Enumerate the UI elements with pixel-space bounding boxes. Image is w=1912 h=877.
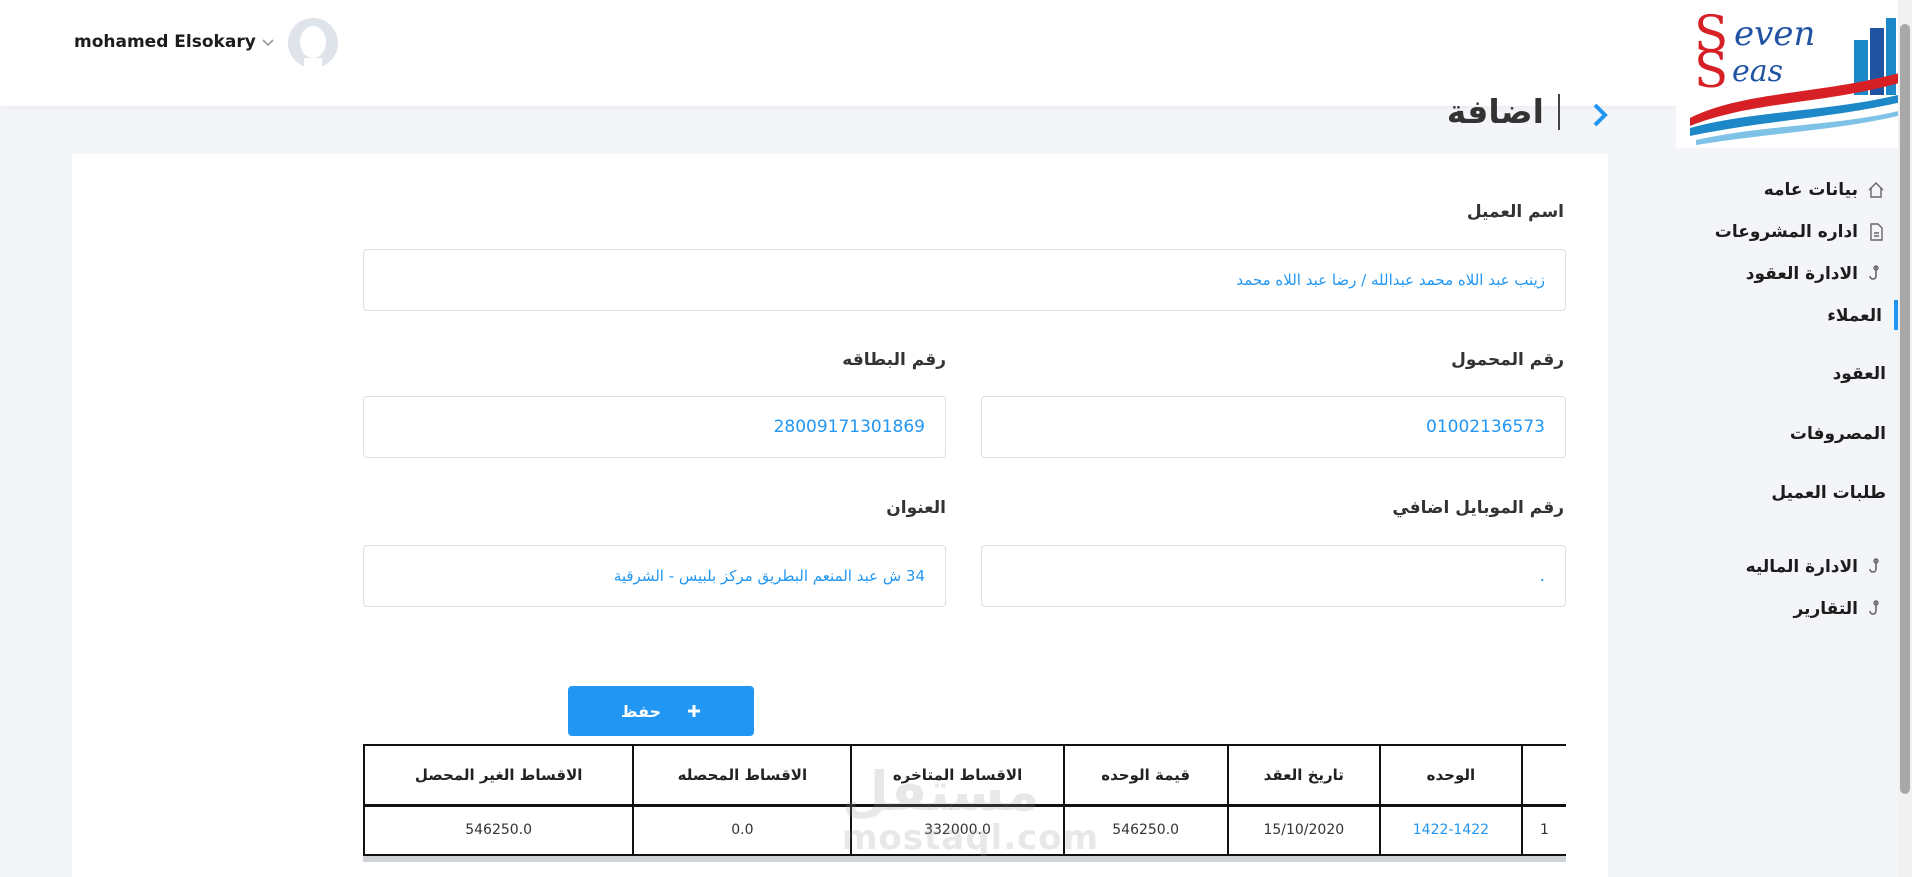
sidebar-item-label: اداره المشروعات: [1714, 222, 1858, 242]
extra-mobile-field[interactable]: .: [981, 545, 1566, 607]
hook-icon: [1869, 600, 1879, 615]
scrollbar-thumb[interactable]: [1900, 24, 1910, 794]
id-card-field[interactable]: 28009171301869: [363, 396, 946, 458]
cell-collected-installments: 0.0: [632, 805, 852, 855]
home-icon: [1868, 182, 1884, 198]
address-field[interactable]: 34 ش عبد المنعم البطريق مركز بلبيس - الش…: [363, 545, 946, 607]
watermark-url: mostaql.com: [842, 818, 1100, 858]
address-label: العنوان: [886, 498, 946, 518]
sidebar-item-contracts[interactable]: العقود: [1833, 364, 1886, 384]
column-header-unit: الوحده: [1378, 745, 1522, 805]
user-name[interactable]: mohamed Elsokary: [74, 32, 256, 52]
sidebar-item-contracts-admin[interactable]: الادارة العقود: [1746, 264, 1886, 284]
sidebar-item-projects[interactable]: اداره المشروعات: [1715, 222, 1886, 242]
user-avatar-icon: [288, 18, 338, 68]
hook-icon: [1869, 558, 1879, 573]
logo-letter-s2: S: [1694, 41, 1729, 99]
sidebar: S even S eas بيانات عامه اداره المشروعات…: [1676, 0, 1912, 877]
avatar[interactable]: [288, 18, 338, 68]
sidebar-item-client-requests[interactable]: طلبات العميل: [1771, 483, 1886, 503]
client-name-field[interactable]: زينب عبد اللاه محمد عبدالله / رضا عبد ال…: [363, 249, 1566, 311]
client-name-label: اسم العميل: [1466, 202, 1564, 222]
sidebar-item-label: بيانات عامه: [1763, 180, 1858, 200]
sidebar-item-label: الادارة الماليه: [1745, 557, 1858, 577]
logo-word-even: even: [1734, 14, 1816, 54]
column-header-index: [1520, 745, 1566, 805]
mobile-field[interactable]: 01002136573: [981, 396, 1566, 458]
cell-uncollected-installments: 546250.0: [362, 805, 634, 855]
document-icon: [1870, 223, 1883, 241]
sidebar-item-label: الادارة العقود: [1745, 264, 1858, 284]
sidebar-item-reports[interactable]: التقارير: [1793, 599, 1886, 619]
column-header-collected-installments: الاقساط المحصله: [632, 745, 852, 805]
extra-mobile-label: رقم الموبايل اضافي: [1392, 498, 1564, 518]
sidebar-item-finance[interactable]: الادارة الماليه: [1746, 557, 1886, 577]
watermark: مستقل: [842, 760, 1040, 823]
id-card-label: رقم البطاقه: [842, 350, 946, 370]
top-header: mohamed Elsokary: [0, 0, 1676, 106]
page-title: اضافة: [1447, 92, 1560, 131]
column-header-contract-date: تاريخ العقد: [1226, 745, 1380, 805]
sidebar-item-general-data[interactable]: بيانات عامه: [1764, 180, 1886, 200]
chevron-right-icon[interactable]: [1588, 102, 1612, 128]
column-header-unit-value: قيمة الوحده: [1062, 745, 1228, 805]
mobile-label: رقم المحمول: [1451, 350, 1564, 370]
brand-logo[interactable]: S even S eas: [1676, 0, 1912, 148]
save-button[interactable]: حفظ: [568, 686, 754, 736]
hook-icon: [1869, 265, 1879, 280]
title-separator: [1558, 93, 1560, 130]
cell-index: 1: [1520, 805, 1566, 855]
chevron-down-icon[interactable]: [260, 34, 276, 50]
page-title-text: اضافة: [1446, 92, 1544, 131]
column-header-uncollected-installments: الاقساط الغير المحصل: [362, 745, 634, 805]
sidebar-item-label: التقارير: [1793, 599, 1858, 619]
scrollbar[interactable]: [1898, 0, 1912, 877]
plus-icon: [688, 705, 701, 717]
sidebar-item-expenses[interactable]: المصروفات: [1790, 424, 1886, 444]
logo-word-eas: eas: [1732, 54, 1784, 89]
cell-contract-date: 15/10/2020: [1226, 805, 1380, 855]
cell-unit-link[interactable]: 1422-1422: [1378, 805, 1522, 855]
sidebar-item-clients[interactable]: العملاء: [1827, 306, 1882, 326]
save-button-label: حفظ: [620, 701, 662, 721]
